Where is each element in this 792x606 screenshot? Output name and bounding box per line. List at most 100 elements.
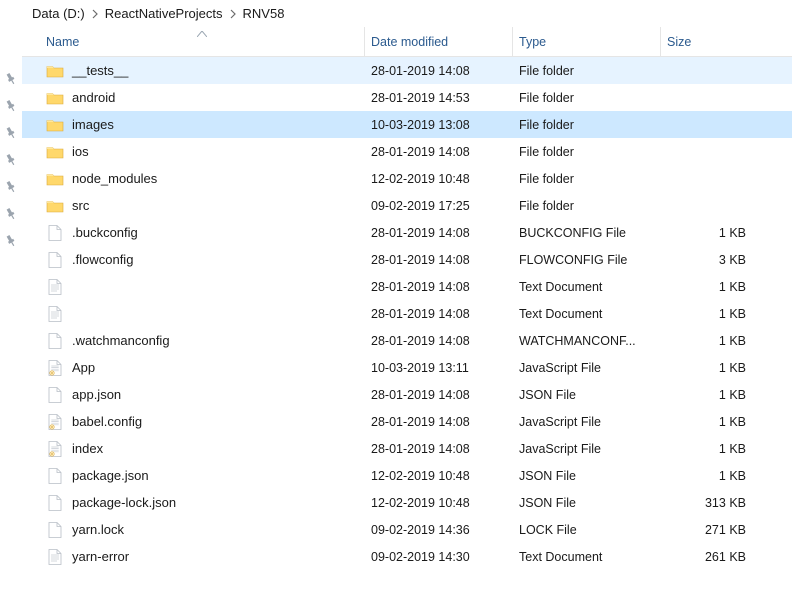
file-row[interactable]: .buckconfig28-01-2019 14:08BUCKCONFIG Fi… [22,219,792,246]
cell-type: File folder [513,91,661,105]
column-header-type[interactable]: Type [513,27,661,56]
file-row[interactable]: node_modules 12-02-2019 10:48File folder [22,165,792,192]
cell-size: 1 KB [661,334,756,348]
file-row[interactable]: App10-03-2019 13:11JavaScript File1 KB [22,354,792,381]
file-list[interactable]: __tests__28-01-2019 14:08File folderandr… [22,57,792,570]
column-headers: Name Date modified Type Size [22,27,792,57]
pin-icon[interactable] [4,126,18,140]
pin-icon[interactable] [4,99,18,113]
file-row[interactable]: android28-01-2019 14:53File folder [22,84,792,111]
breadcrumb-segment[interactable]: RNV58 [243,6,285,21]
cell-date: 09-02-2019 14:30 [365,550,513,564]
file-row[interactable]: .flowconfig28-01-2019 14:08FLOWCONFIG Fi… [22,246,792,273]
file-name-label: index [72,441,103,456]
js-file-icon [46,413,64,431]
cell-size: 1 KB [661,307,756,321]
file-row[interactable]: images10-03-2019 13:08File folder [22,111,792,138]
cell-size: 1 KB [661,361,756,375]
sort-indicator-icon [197,26,207,40]
pin-icon[interactable] [4,207,18,221]
cell-type: JavaScript File [513,361,661,375]
file-name-label: package.json [72,468,149,483]
file-row[interactable]: yarn-error09-02-2019 14:30Text Document2… [22,543,792,570]
cell-date: 28-01-2019 14:08 [365,253,513,267]
cell-name: .watchmanconfig [40,332,365,350]
file-name-label: node_modules [72,171,157,186]
cell-date: 12-02-2019 10:48 [365,172,513,186]
file-name-label: ios [72,144,89,159]
cell-date: 28-01-2019 14:08 [365,64,513,78]
breadcrumb-segment[interactable]: ReactNativeProjects [105,6,223,21]
cell-type: JSON File [513,388,661,402]
file-row[interactable]: 28-01-2019 14:08Text Document1 KB [22,273,792,300]
breadcrumb[interactable]: Data (D:) ReactNativeProjects RNV58 [22,0,792,27]
file-row[interactable]: index 28-01-2019 14:08JavaScript File1 KB [22,435,792,462]
file-name-label: src [72,198,89,213]
text-file-icon [46,548,64,566]
file-row[interactable]: package-lock.json12-02-2019 10:48JSON Fi… [22,489,792,516]
cell-type: JavaScript File [513,442,661,456]
folder-icon [46,116,64,134]
cell-type: FLOWCONFIG File [513,253,661,267]
column-header-name[interactable]: Name [40,27,365,56]
file-name-label: images [72,117,114,132]
file-name-label: App [72,360,95,375]
cell-date: 09-02-2019 14:36 [365,523,513,537]
file-icon [46,521,64,539]
cell-name: .flowconfig [40,251,365,269]
cell-name [40,305,365,323]
folder-icon [46,62,64,80]
chevron-right-icon [91,9,99,19]
file-name-label: babel.config [72,414,142,429]
cell-name: App [40,359,365,377]
column-header-size[interactable]: Size [661,27,756,56]
breadcrumb-segment[interactable]: Data (D:) [32,6,85,21]
cell-name: yarn-error [40,548,365,566]
cell-name: yarn.lock [40,521,365,539]
cell-type: Text Document [513,307,661,321]
cell-name [40,278,365,296]
file-name-label: app.json [72,387,121,402]
pin-icon[interactable] [4,153,18,167]
pin-icon[interactable] [4,234,18,248]
file-icon [46,332,64,350]
cell-name: package-lock.json [40,494,365,512]
file-name-label: yarn.lock [72,522,124,537]
column-header-date-label: Date modified [371,35,448,49]
cell-name: index [40,440,365,458]
file-row[interactable]: babel.config28-01-2019 14:08JavaScript F… [22,408,792,435]
file-row[interactable]: package.json12-02-2019 10:48JSON File1 K… [22,462,792,489]
cell-date: 28-01-2019 14:08 [365,415,513,429]
column-header-name-label: Name [46,35,79,49]
cell-size: 1 KB [661,280,756,294]
file-row[interactable]: yarn.lock09-02-2019 14:36LOCK File271 KB [22,516,792,543]
file-row[interactable]: src09-02-2019 17:25File folder [22,192,792,219]
pin-icon[interactable] [4,72,18,86]
cell-size: 261 KB [661,550,756,564]
cell-name: images [40,116,365,134]
cell-type: File folder [513,172,661,186]
file-name-label: android [72,90,115,105]
cell-date: 28-01-2019 14:08 [365,226,513,240]
cell-type: Text Document [513,280,661,294]
cell-size: 313 KB [661,496,756,510]
file-icon [46,494,64,512]
file-row[interactable]: 28-01-2019 14:08Text Document1 KB [22,300,792,327]
text-file-icon [46,278,64,296]
file-name-label: package-lock.json [72,495,176,510]
cell-date: 09-02-2019 17:25 [365,199,513,213]
cell-date: 28-01-2019 14:08 [365,334,513,348]
js-file-icon [46,359,64,377]
file-row[interactable]: __tests__28-01-2019 14:08File folder [22,57,792,84]
file-row[interactable]: app.json28-01-2019 14:08JSON File1 KB [22,381,792,408]
file-name-label: .watchmanconfig [72,333,170,348]
file-row[interactable]: .watchmanconfig28-01-2019 14:08WATCHMANC… [22,327,792,354]
column-header-date[interactable]: Date modified [365,27,513,56]
cell-date: 28-01-2019 14:08 [365,442,513,456]
cell-type: JSON File [513,496,661,510]
file-row[interactable]: ios28-01-2019 14:08File folder [22,138,792,165]
cell-type: File folder [513,64,661,78]
file-icon [46,386,64,404]
pin-icon[interactable] [4,180,18,194]
cell-size: 1 KB [661,442,756,456]
